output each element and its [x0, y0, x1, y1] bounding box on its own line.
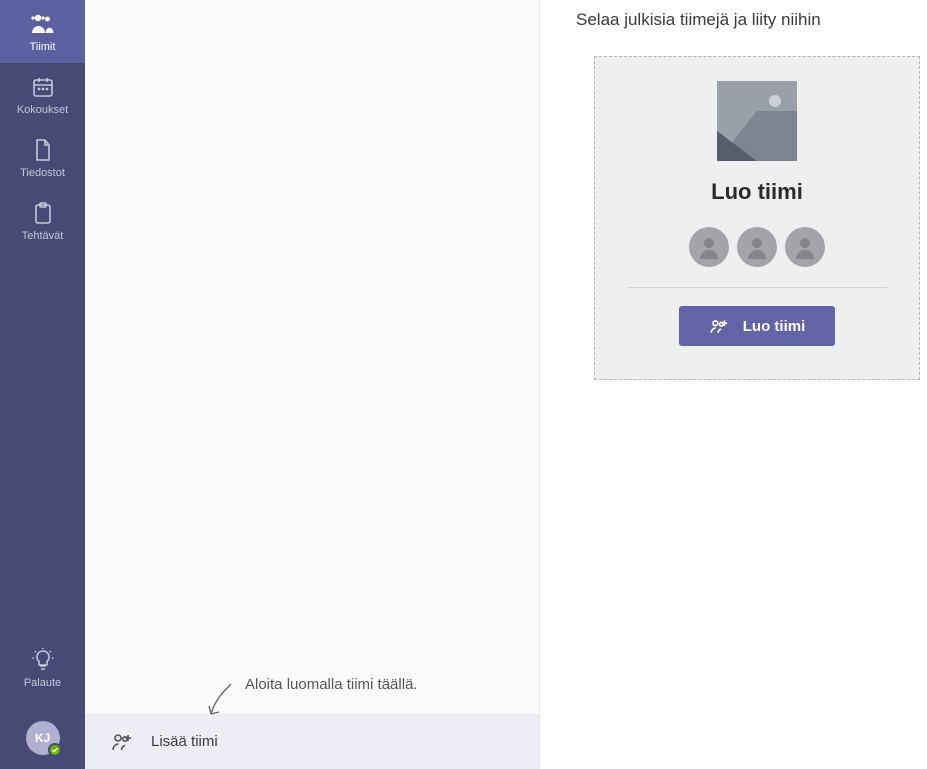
rail-item-label: Tiedostot: [20, 167, 65, 179]
rail-bottom: Palaute KJ: [0, 636, 85, 769]
tasks-icon: [30, 201, 56, 225]
add-group-icon: [111, 731, 133, 753]
files-icon: [30, 138, 56, 162]
discover-heading: Selaa julkisia tiimejä ja liity niihin: [540, 0, 927, 56]
rail-item-feedback[interactable]: Palaute: [0, 636, 85, 699]
create-team-tile: Luo tiimi Luo tiimi: [594, 56, 920, 380]
discover-teams-panel: Selaa julkisia tiimejä ja liity niihin L…: [539, 0, 927, 769]
empty-state-hint: Aloita luomalla tiimi täällä.: [85, 654, 539, 714]
user-avatar[interactable]: KJ: [26, 721, 60, 755]
add-group-icon: [709, 316, 729, 336]
rail-item-meetings[interactable]: Kokoukset: [0, 63, 85, 126]
user-initials: KJ: [35, 731, 50, 745]
person-silhouette-icon: [785, 227, 825, 267]
rail-top: Tiimit Kokoukset Tiedostot: [0, 0, 85, 252]
person-silhouette-icon: [689, 227, 729, 267]
calendar-icon: [30, 75, 56, 99]
team-list-column: Aloita luomalla tiimi täällä. Lisää tiim…: [85, 0, 539, 769]
tile-title: Luo tiimi: [711, 179, 803, 205]
teams-icon: [30, 12, 56, 36]
team-list-empty-area: [85, 0, 539, 654]
hint-arrow-icon: [207, 682, 235, 722]
rail-item-label: Tehtävät: [22, 230, 64, 242]
app-rail: Tiimit Kokoukset Tiedostot: [0, 0, 85, 769]
rail-item-label: Palaute: [24, 677, 61, 689]
lightbulb-icon: [30, 648, 56, 672]
rail-item-label: Tiimit: [30, 41, 56, 53]
add-team-button[interactable]: Lisää tiimi: [85, 714, 539, 769]
image-placeholder-icon: [717, 81, 797, 161]
add-team-label: Lisää tiimi: [151, 733, 218, 750]
rail-item-teams[interactable]: Tiimit: [0, 0, 85, 63]
person-silhouette-icon: [737, 227, 777, 267]
create-team-button[interactable]: Luo tiimi: [679, 306, 836, 346]
rail-item-tasks[interactable]: Tehtävät: [0, 189, 85, 252]
divider: [627, 287, 887, 288]
rail-item-label: Kokoukset: [17, 104, 68, 116]
create-team-button-label: Luo tiimi: [743, 318, 806, 335]
rail-item-files[interactable]: Tiedostot: [0, 126, 85, 189]
avatar-placeholders: [689, 227, 825, 267]
presence-available-icon: [48, 743, 62, 757]
hint-text: Aloita luomalla tiimi täällä.: [245, 676, 418, 693]
